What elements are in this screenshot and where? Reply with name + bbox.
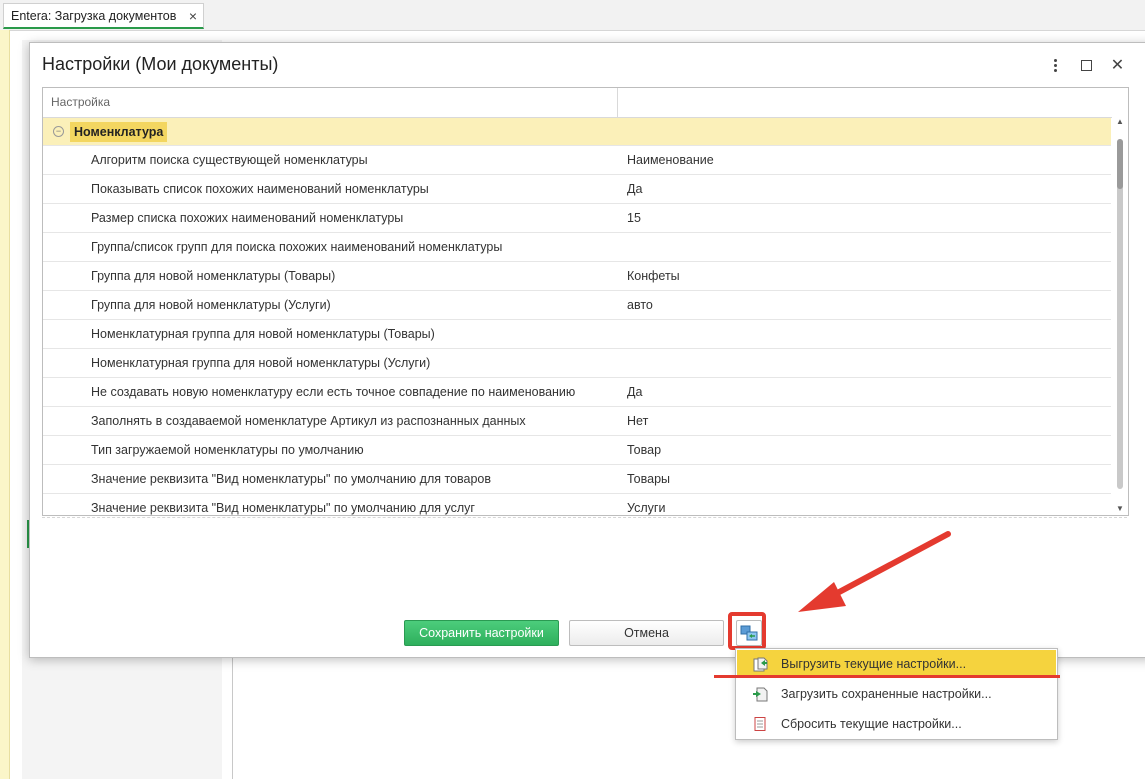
close-icon[interactable]: ✕ — [1102, 55, 1133, 75]
tab-bar: Entera: Загрузка документов × — [0, 0, 1145, 31]
table-row[interactable]: Группа/список групп для поиска похожих н… — [43, 233, 1111, 262]
setting-value-cell[interactable] — [618, 349, 1111, 377]
table-row[interactable]: Алгоритм поиска существующей номенклатур… — [43, 146, 1111, 175]
column-header-value[interactable] — [618, 88, 1128, 117]
divider — [42, 517, 1127, 518]
menu-item-reset-settings[interactable]: Сбросить текущие настройки... — [737, 710, 1056, 738]
cancel-button[interactable]: Отмена — [569, 620, 724, 646]
tab-entera-upload[interactable]: Entera: Загрузка документов × — [3, 3, 204, 29]
setting-value-cell[interactable] — [618, 320, 1111, 348]
table-header: Настройка — [43, 88, 1128, 118]
setting-value-cell[interactable]: Да — [618, 175, 1111, 203]
setting-name-cell: Не создавать новую номенклатуру если ест… — [91, 385, 576, 399]
maximize-icon[interactable] — [1071, 55, 1102, 75]
setting-value-cell[interactable]: Наименование — [618, 146, 1111, 174]
collapse-icon[interactable]: − — [53, 126, 64, 137]
export-settings-icon — [752, 656, 768, 672]
tab-close-icon[interactable]: × — [189, 8, 197, 24]
settings-table: Настройка − Номенклатура Алгоритм поиска… — [42, 87, 1129, 516]
settings-dialog: Настройки (Мои документы) ✕ Настройка − … — [29, 42, 1145, 658]
scrollbar-track — [1117, 139, 1123, 489]
setting-value-cell[interactable]: 15 — [618, 204, 1111, 232]
table-row[interactable]: Значение реквизита "Вид номенклатуры" по… — [43, 494, 1111, 515]
setting-value-cell[interactable]: Услуги — [618, 494, 1111, 515]
scroll-down-icon[interactable]: ▼ — [1116, 504, 1124, 513]
table-row[interactable]: Не создавать новую номенклатуру если ест… — [43, 378, 1111, 407]
menu-item-import-settings[interactable]: Загрузить сохраненные настройки... — [737, 680, 1056, 708]
tab-title: Entera: Загрузка документов — [11, 8, 177, 23]
highlight-box — [728, 612, 766, 650]
table-row[interactable]: Тип загружаемой номенклатуры по умолчани… — [43, 436, 1111, 465]
setting-value-cell[interactable] — [618, 233, 1111, 261]
table-row[interactable]: Номенклатурная группа для новой номенкла… — [43, 349, 1111, 378]
annotation-arrow — [798, 531, 951, 612]
import-settings-icon — [752, 686, 768, 702]
setting-name-cell: Размер списка похожих наименований номен… — [91, 211, 404, 225]
setting-name-cell: Значение реквизита "Вид номенклатуры" по… — [91, 472, 492, 486]
table-row[interactable]: Группа для новой номенклатуры (Товары) Ко… — [43, 262, 1111, 291]
table-row[interactable]: Группа для новой номенклатуры (Услуги) ав… — [43, 291, 1111, 320]
menu-item-label: Загрузить сохраненные настройки... — [781, 687, 992, 701]
setting-name-cell: Номенклатурная группа для новой номенкла… — [91, 356, 431, 370]
setting-name-cell: Заполнять в создаваемой номенклатуре Арт… — [91, 414, 526, 428]
setting-name-cell: Номенклатурная группа для новой номенкла… — [91, 327, 435, 341]
vertical-scrollbar[interactable]: ▲ ▼ — [1112, 117, 1128, 515]
save-settings-button[interactable]: Сохранить настройки — [404, 620, 559, 646]
settings-actions-menu: Выгрузить текущие настройки... Загрузить… — [714, 648, 1060, 740]
menu-item-label: Сбросить текущие настройки... — [781, 717, 962, 731]
setting-name-cell: Алгоритм поиска существующей номенклатур… — [91, 153, 368, 167]
setting-value-cell[interactable]: Конфеты — [618, 262, 1111, 290]
annotation-underline — [714, 675, 1060, 678]
reset-settings-icon — [752, 716, 768, 732]
background-divider — [232, 650, 233, 779]
setting-name-cell: Группа для новой номенклатуры (Услуги) — [91, 298, 331, 312]
setting-value-cell[interactable]: Нет — [618, 407, 1111, 435]
scrollbar-thumb[interactable] — [1117, 139, 1123, 189]
group-label: Номенклатура — [70, 121, 168, 142]
more-options-icon[interactable] — [1040, 55, 1071, 75]
table-row[interactable]: Размер списка похожих наименований номен… — [43, 204, 1111, 233]
menu-item-export-settings[interactable]: Выгрузить текущие настройки... — [737, 650, 1056, 678]
setting-value-cell[interactable]: авто — [618, 291, 1111, 319]
setting-name-cell: Группа/список групп для поиска похожих н… — [91, 240, 503, 254]
group-row-nomenclature[interactable]: − Номенклатура — [43, 118, 1111, 146]
setting-value-cell[interactable]: Товары — [618, 465, 1111, 493]
table-row[interactable]: Заполнять в создаваемой номенклатуре Арт… — [43, 407, 1111, 436]
setting-name-cell: Значение реквизита "Вид номенклатуры" по… — [91, 501, 475, 515]
dialog-controls: ✕ — [1040, 55, 1133, 75]
column-header-setting[interactable]: Настройка — [43, 88, 618, 117]
table-row[interactable]: Номенклатурная группа для новой номенкла… — [43, 320, 1111, 349]
table-row[interactable]: Значение реквизита "Вид номенклатуры" по… — [43, 465, 1111, 494]
setting-name-cell: Тип загружаемой номенклатуры по умолчани… — [91, 443, 364, 457]
setting-value-cell[interactable]: Товар — [618, 436, 1111, 464]
side-strip — [0, 30, 10, 779]
setting-value-cell[interactable]: Да — [618, 378, 1111, 406]
setting-name-cell: Группа для новой номенклатуры (Товары) — [91, 269, 336, 283]
dialog-title: Настройки (Мои документы) — [42, 54, 279, 74]
setting-name-cell: Показывать список похожих наименований н… — [91, 182, 429, 196]
table-row[interactable]: Показывать список похожих наименований н… — [43, 175, 1111, 204]
scroll-up-icon[interactable]: ▲ — [1116, 117, 1124, 126]
menu-item-label: Выгрузить текущие настройки... — [781, 657, 967, 671]
